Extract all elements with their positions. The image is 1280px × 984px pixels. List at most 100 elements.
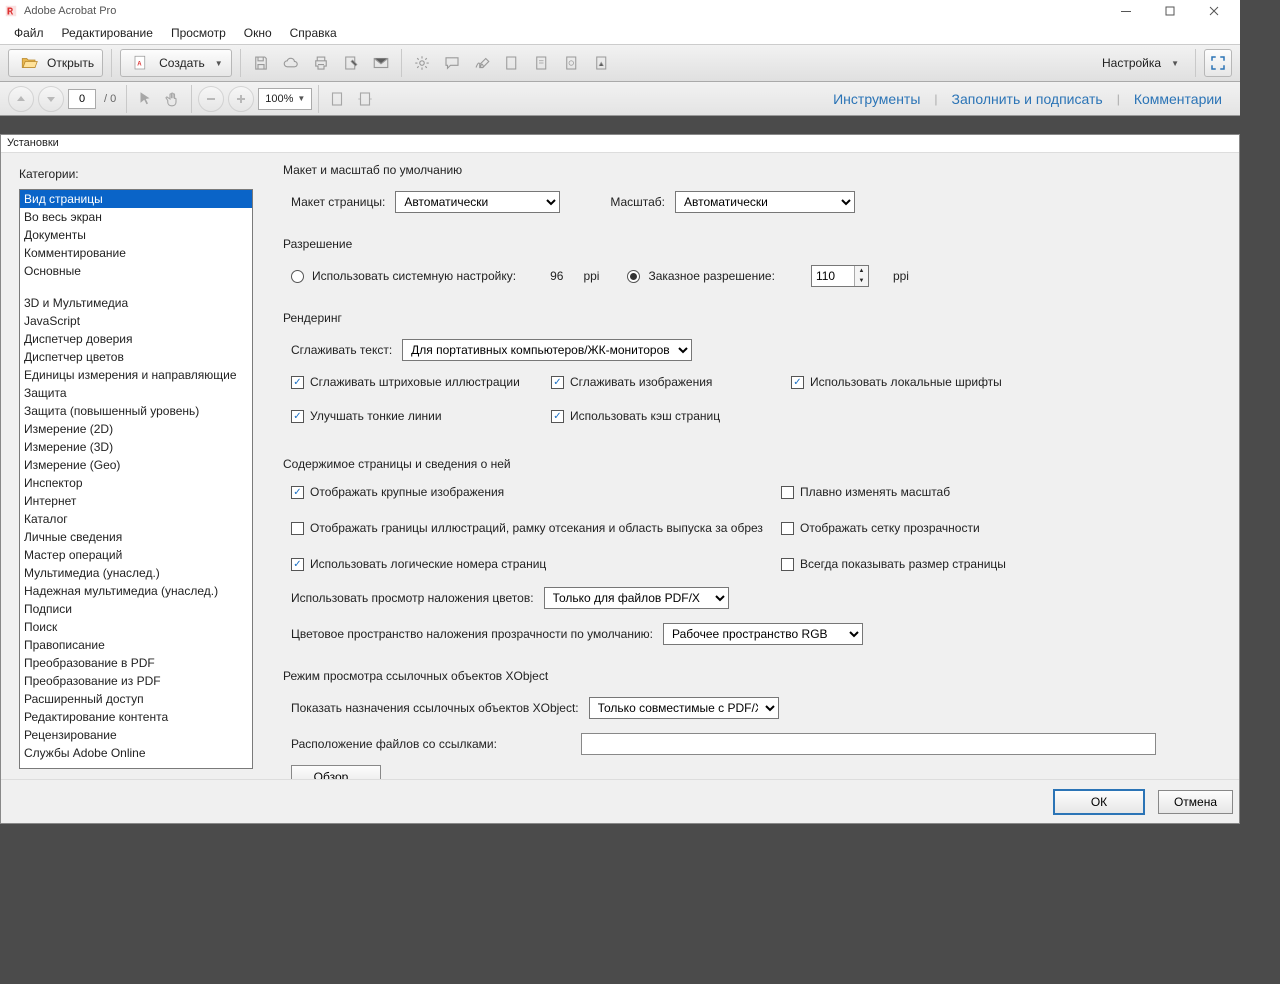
category-item[interactable]: Редактирование контента [20,708,252,726]
page-number-input[interactable] [68,89,96,109]
comments-link[interactable]: Комментарии [1124,91,1232,107]
page-layout-select[interactable]: Автоматически [395,191,560,213]
category-item[interactable]: JavaScript [20,312,252,330]
thin-lines-checkbox[interactable]: ✓ [291,410,304,423]
page-up-icon[interactable] [8,86,34,112]
category-item[interactable]: Документы [20,226,252,244]
logical-page-numbers-checkbox[interactable]: ✓ [291,558,304,571]
category-item[interactable]: Мастер операций [20,546,252,564]
art-boxes-checkbox[interactable] [291,522,304,535]
zoom-out-icon[interactable] [198,86,224,112]
transparency-grid-checkbox[interactable] [781,522,794,535]
smooth-text-select[interactable]: Для портативных компьютеров/ЖК-мониторов [402,339,692,361]
resolution-input[interactable] [812,266,854,286]
smooth-zoom-checkbox[interactable] [781,486,794,499]
category-item[interactable]: Измерение (3D) [20,438,252,456]
menu-window[interactable]: Окно [236,24,280,42]
save-icon[interactable] [249,51,273,75]
spinner-up-icon[interactable]: ▲ [855,266,868,276]
category-item[interactable]: Службы Adobe Online [20,744,252,762]
customize-button[interactable]: Настройка ▼ [1094,49,1187,77]
page-cache-checkbox[interactable]: ✓ [551,410,564,423]
browse-button[interactable]: Обзор... [291,765,381,779]
category-item[interactable]: Диспетчер доверия [20,330,252,348]
ok-button[interactable]: ОК [1054,790,1144,814]
maximize-button[interactable] [1148,0,1192,22]
print-icon[interactable] [309,51,333,75]
mail-icon[interactable] [369,51,393,75]
category-item[interactable]: Надежная мультимедиа (унаслед.) [20,582,252,600]
zoom-in-icon[interactable] [228,86,254,112]
category-item[interactable]: Поиск [20,618,252,636]
category-item[interactable]: Интернет [20,492,252,510]
doc-b-icon[interactable] [530,51,554,75]
category-item[interactable]: 3D и Мультимедиа [20,294,252,312]
category-item[interactable]: Измерение (2D) [20,420,252,438]
category-item[interactable]: Во весь экран [20,208,252,226]
doc-c-icon[interactable] [560,51,584,75]
category-item[interactable]: Комментирование [20,244,252,262]
always-show-page-size-checkbox[interactable] [781,558,794,571]
menu-view[interactable]: Просмотр [163,24,234,42]
fit-width-icon[interactable] [353,87,377,111]
category-item[interactable]: Преобразование в PDF [20,654,252,672]
folder-open-icon [17,51,41,75]
colorspace-select[interactable]: Рабочее пространство RGB [663,623,863,645]
smooth-images-checkbox[interactable]: ✓ [551,376,564,389]
large-images-checkbox[interactable]: ✓ [291,486,304,499]
cloud-icon[interactable] [279,51,303,75]
group-layout-title: Макет и масштаб по умолчанию [283,163,1239,177]
categories-list[interactable]: Вид страницыВо весь экранДокументыКоммен… [19,189,253,769]
spinner-down-icon[interactable]: ▼ [855,276,868,286]
close-button[interactable] [1192,0,1236,22]
category-item[interactable]: Правописание [20,636,252,654]
xobject-location-input[interactable] [581,733,1156,755]
local-fonts-checkbox[interactable]: ✓ [791,376,804,389]
category-item[interactable]: Преобразование из PDF [20,672,252,690]
tools-link[interactable]: Инструменты [823,91,930,107]
create-button[interactable]: A Создать ▼ [120,49,232,77]
menu-file[interactable]: Файл [6,24,52,42]
page-count: / 0 [100,93,120,105]
category-item[interactable]: Вид страницы [20,190,252,208]
category-item[interactable]: Личные сведения [20,528,252,546]
category-item[interactable]: Мультимедиа (унаслед.) [20,564,252,582]
zoom-combo[interactable]: 100%▼ [258,88,312,110]
menu-edit[interactable]: Редактирование [54,24,161,42]
category-item[interactable]: Диспетчер цветов [20,348,252,366]
doc-d-icon[interactable] [590,51,614,75]
minimize-button[interactable] [1104,0,1148,22]
resolution-spinner[interactable]: ▲ ▼ [811,265,869,287]
system-resolution-radio[interactable] [291,270,304,283]
menu-help[interactable]: Справка [282,24,345,42]
category-item[interactable]: Измерение (Geo) [20,456,252,474]
category-item[interactable]: Инспектор [20,474,252,492]
hand-icon[interactable] [161,87,185,111]
smooth-line-art-checkbox[interactable]: ✓ [291,376,304,389]
zoom-select[interactable]: Автоматически [675,191,855,213]
category-item[interactable]: Рецензирование [20,726,252,744]
fit-page-icon[interactable] [325,87,349,111]
cursor-icon[interactable] [133,87,157,111]
fill-sign-link[interactable]: Заполнить и подписать [942,91,1113,107]
category-item[interactable]: Основные [20,262,252,280]
category-item[interactable]: Расширенный доступ [20,690,252,708]
open-button[interactable]: Открыть [8,49,103,77]
app-window: Adobe Acrobat Pro Файл Редактирование Пр… [0,0,1240,984]
gear-icon[interactable] [410,51,434,75]
page-down-icon[interactable] [38,86,64,112]
custom-resolution-radio[interactable] [627,270,640,283]
overprint-select[interactable]: Только для файлов PDF/X [544,587,729,609]
fullscreen-icon[interactable] [1204,49,1232,77]
sign-icon[interactable] [470,51,494,75]
category-item[interactable]: Каталог [20,510,252,528]
category-item[interactable]: Подписи [20,600,252,618]
comment-icon[interactable] [440,51,464,75]
xobject-show-select[interactable]: Только совместимые с PDF/X-5 [589,697,779,719]
edit-doc-icon[interactable] [339,51,363,75]
category-item[interactable]: Защита [20,384,252,402]
doc-a-icon[interactable] [500,51,524,75]
category-item[interactable]: Единицы измерения и направляющие [20,366,252,384]
category-item[interactable]: Защита (повышенный уровень) [20,402,252,420]
cancel-button[interactable]: Отмена [1158,790,1233,814]
